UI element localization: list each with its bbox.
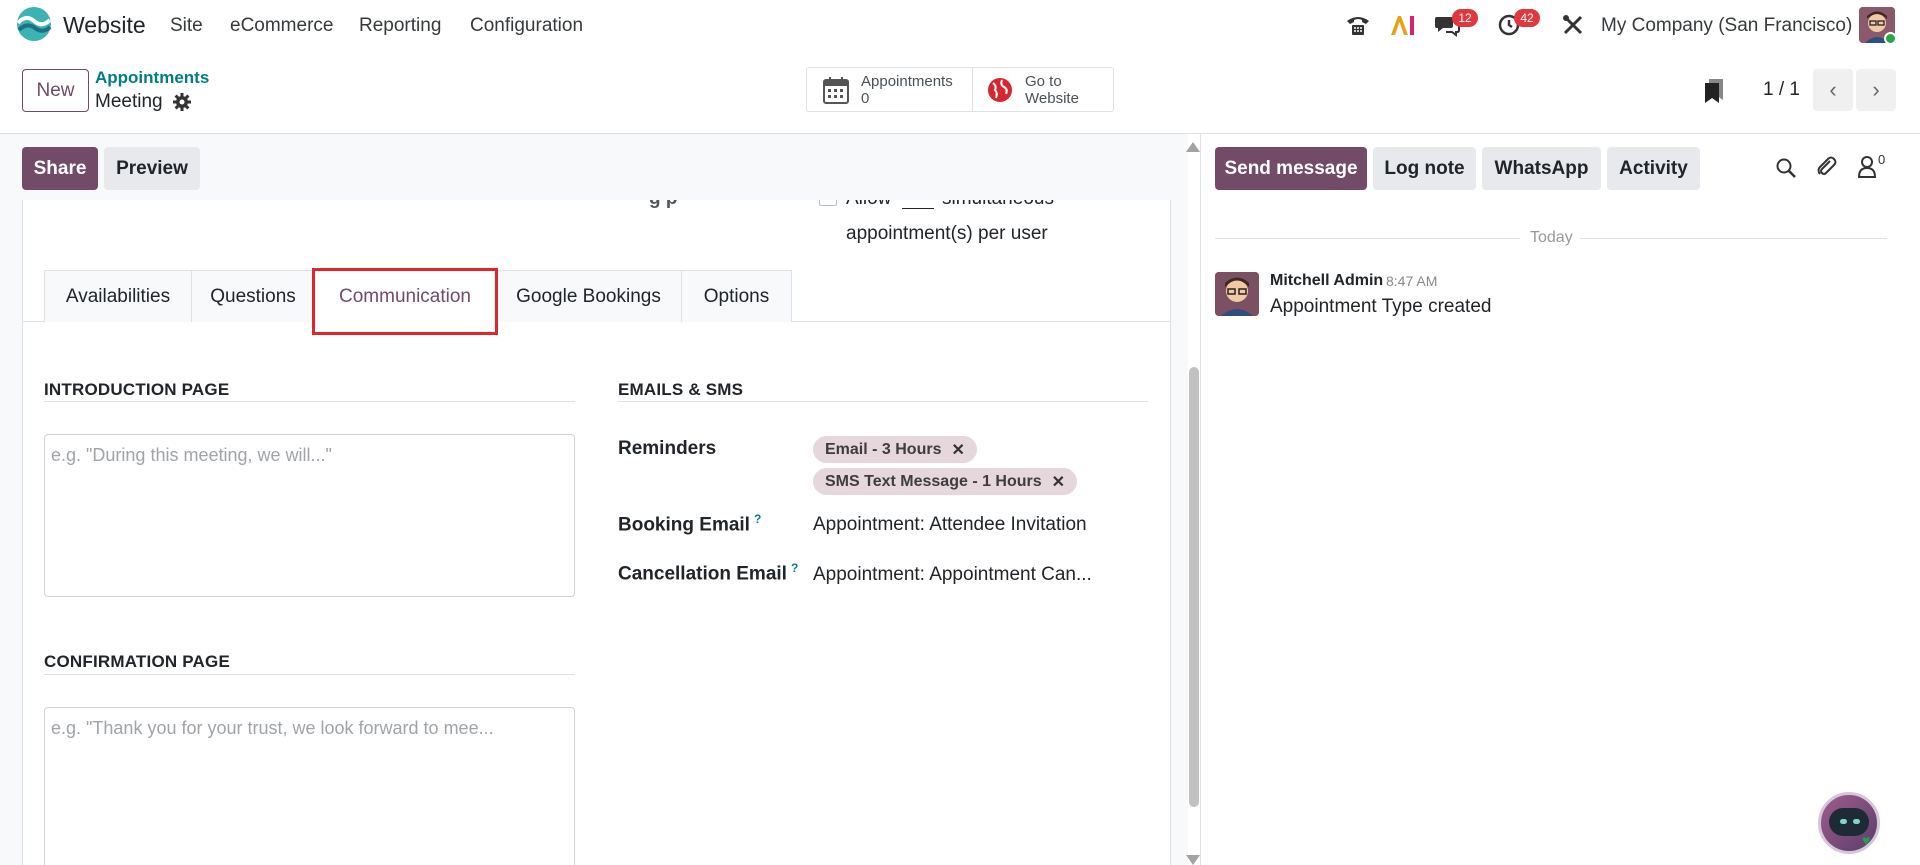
confirmation-page-textarea[interactable]: e.g. "Thank you for your trust, we look …	[44, 707, 575, 865]
tab-communication[interactable]: Communication	[314, 270, 496, 323]
date-separator-label: Today	[1530, 229, 1573, 246]
pager-value[interactable]: 1 / 1	[1763, 79, 1800, 101]
menu-reporting[interactable]: Reporting	[359, 15, 441, 37]
message-author-avatar[interactable]	[1215, 272, 1259, 316]
booking-email-value[interactable]: Appointment: Attendee Invitation	[813, 514, 1087, 536]
menu-site[interactable]: Site	[170, 15, 203, 37]
confirmation-section-title: CONFIRMATION PAGE	[44, 652, 230, 671]
reminder-tag[interactable]: Email - 3 Hours ✕	[813, 436, 977, 463]
reminder-tag-label: SMS Text Message - 1 Hours	[825, 472, 1042, 490]
whatsapp-button[interactable]: WhatsApp	[1482, 147, 1601, 190]
tab-questions[interactable]: Questions	[191, 270, 315, 322]
intro-page-textarea[interactable]: e.g. "During this meeting, we will..."	[44, 434, 575, 597]
clipped-allow: Allow	[846, 200, 891, 210]
tools-icon[interactable]	[1560, 12, 1586, 38]
intro-section-title: INTRODUCTION PAGE	[44, 380, 230, 399]
emails-sms-section-divider	[618, 401, 1148, 402]
search-icon[interactable]	[1775, 157, 1797, 179]
pager-next-button[interactable]: ›	[1856, 69, 1896, 111]
simultaneous-checkbox[interactable]	[819, 200, 837, 206]
date-separator-line	[1580, 238, 1887, 239]
followers-icon[interactable]	[1857, 155, 1877, 179]
website-label: Website	[1025, 89, 1079, 107]
ai-icon[interactable]	[1390, 12, 1416, 38]
chevron-right-icon: ›	[1872, 77, 1880, 102]
appointments-smart-count: 0	[861, 89, 870, 107]
date-separator-line	[1215, 238, 1520, 239]
scrollbar-thumb[interactable]	[1189, 367, 1199, 807]
message-author[interactable]: Mitchell Admin	[1270, 272, 1383, 290]
reminder-tag[interactable]: SMS Text Message - 1 Hours ✕	[813, 468, 1078, 495]
simultaneous-count-input[interactable]	[902, 208, 934, 209]
top-navbar: Website Site eCommerce Reporting Configu…	[0, 0, 1920, 50]
preview-button[interactable]: Preview	[104, 147, 200, 190]
message-time: 8:47 AM	[1386, 273, 1438, 289]
tab-options[interactable]: Options	[681, 270, 792, 322]
cancellation-email-value[interactable]: Appointment: Appointment Can...	[813, 564, 1092, 586]
pager-previous-button[interactable]: ‹	[1813, 69, 1853, 111]
confirmation-section-divider	[44, 674, 575, 675]
help-tooltip-icon[interactable]: ?	[754, 512, 761, 526]
breadcrumb-appointments[interactable]: Appointments	[95, 68, 209, 88]
app-name[interactable]: Website	[63, 12, 146, 39]
smart-buttons: Appointments 0 Go to Website	[806, 67, 1114, 112]
go-to-website-button[interactable]: Go to Website	[973, 68, 1113, 111]
close-icon[interactable]: ✕	[951, 440, 964, 460]
messages-badge: 12	[1452, 9, 1478, 27]
bookmark-icon[interactable]	[1703, 78, 1725, 104]
app-logo-icon[interactable]	[16, 6, 52, 42]
menu-ecommerce[interactable]: eCommerce	[230, 15, 333, 37]
cancellation-email-label: Cancellation Email?	[618, 561, 799, 585]
scroll-up-arrow-icon[interactable]	[1186, 142, 1200, 152]
tab-google-bookings[interactable]: Google Bookings	[495, 270, 682, 322]
activity-button[interactable]: Activity	[1607, 147, 1700, 190]
followers-count: 0	[1878, 152, 1886, 167]
globe-icon	[988, 77, 1012, 102]
appointments-smart-label: Appointments	[861, 72, 953, 90]
bot-eye-icon	[1840, 819, 1847, 824]
message-body: Appointment Type created	[1270, 296, 1492, 317]
booking-email-label: Booking Email?	[618, 512, 762, 536]
emails-sms-section-title: EMAILS & SMS	[618, 380, 744, 399]
breadcrumb-current: Meeting	[95, 91, 163, 112]
online-status-dot	[1884, 32, 1897, 45]
share-button[interactable]: Share	[22, 147, 98, 190]
tab-availabilities[interactable]: Availabilities	[44, 270, 192, 322]
gear-icon[interactable]	[172, 92, 192, 112]
company-switcher[interactable]: My Company (San Francisco)	[1601, 15, 1852, 37]
appointment-per-user-text: appointment(s) per user	[846, 223, 1048, 244]
intro-section-divider	[44, 401, 575, 402]
menu-configuration[interactable]: Configuration	[470, 15, 583, 37]
clipped-label: g p	[649, 200, 678, 210]
clipped-simultaneous: simultaneous	[942, 200, 1054, 210]
appointments-smart-button[interactable]: Appointments 0	[807, 68, 973, 111]
heart-icon: ♥	[1862, 832, 1871, 848]
activities-badge: 42	[1514, 9, 1540, 27]
close-icon[interactable]: ✕	[1052, 472, 1065, 492]
send-message-button[interactable]: Send message	[1215, 147, 1367, 190]
bot-eye-icon	[1853, 819, 1860, 824]
reminders-label: Reminders	[618, 438, 717, 459]
calendar-icon	[823, 76, 849, 104]
log-note-button[interactable]: Log note	[1373, 147, 1476, 190]
new-button[interactable]: New	[22, 69, 89, 112]
phone-icon[interactable]	[1345, 12, 1371, 38]
go-to-label: Go to	[1025, 72, 1062, 90]
chevron-left-icon: ‹	[1829, 77, 1837, 102]
clipped-field-area: g p Allow simultaneous appointment(s) pe…	[22, 200, 1171, 270]
scroll-down-arrow-icon[interactable]	[1186, 855, 1200, 865]
help-tooltip-icon[interactable]: ?	[791, 561, 798, 575]
reminder-tag-label: Email - 3 Hours	[825, 440, 942, 458]
paperclip-icon[interactable]	[1815, 155, 1837, 179]
